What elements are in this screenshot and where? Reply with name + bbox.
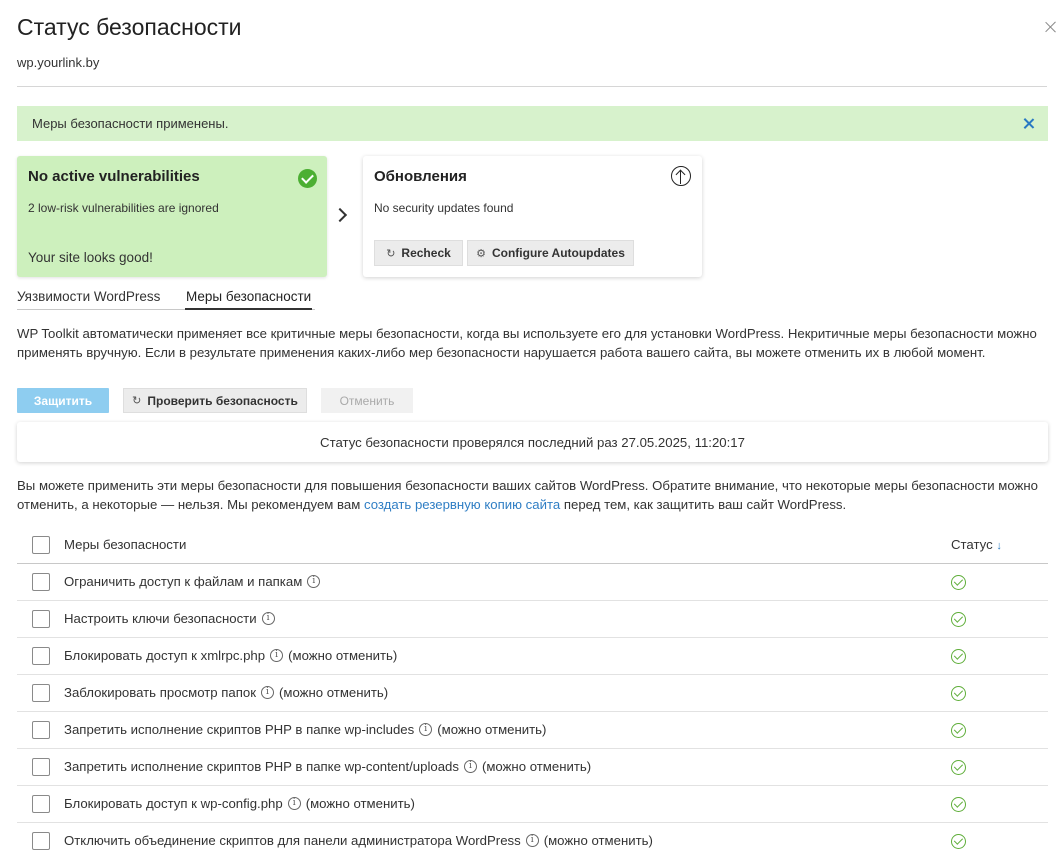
- info-icon[interactable]: i: [419, 723, 433, 736]
- table-row: Настроить ключи безопасности i: [17, 601, 1048, 638]
- last-check-status: Статус безопасности проверялся последний…: [17, 422, 1048, 462]
- info-icon[interactable]: i: [261, 686, 274, 699]
- vulnerabilities-footer: Your site looks good!: [28, 250, 153, 265]
- status-header-label: Статус: [951, 537, 993, 552]
- updates-title: Обновления: [374, 168, 467, 185]
- measure-name: Запретить исполнение скриптов PHP в папк…: [64, 722, 546, 737]
- upload-icon: [671, 166, 691, 186]
- measure-suffix: (можно отменить): [437, 722, 547, 737]
- info-icon[interactable]: i: [307, 575, 321, 588]
- measure-suffix: (можно отменить): [481, 759, 592, 774]
- measure-name: Запретить исполнение скриптов PHP в папк…: [64, 759, 591, 774]
- status-ok-icon: [951, 834, 966, 849]
- settings-icon: ⚙: [476, 247, 486, 260]
- measures-table: Меры безопасности Статус ↓ Ограничить до…: [17, 527, 1048, 850]
- measure-suffix: (можно отменить): [543, 833, 653, 848]
- status-ok-icon: [951, 760, 966, 775]
- row-checkbox[interactable]: [32, 795, 50, 813]
- status-ok-icon: [951, 575, 966, 590]
- check-circle-icon: [298, 169, 317, 188]
- measure-label: Блокировать доступ к wp-config.php: [64, 796, 283, 811]
- row-checkbox[interactable]: [32, 573, 50, 591]
- measure-suffix: (можно отменить): [279, 685, 389, 700]
- refresh-icon: ↻: [386, 247, 396, 260]
- recheck-button[interactable]: ↻ Recheck: [374, 240, 463, 266]
- column-header-status[interactable]: Статус ↓: [951, 537, 1002, 552]
- table-header: Меры безопасности Статус ↓: [17, 527, 1048, 564]
- vulnerabilities-subtitle: 2 low-risk vulnerabilities are ignored: [28, 201, 219, 215]
- table-row: Запретить исполнение скриптов PHP в папк…: [17, 749, 1048, 786]
- undo-button[interactable]: Отменить: [321, 388, 413, 413]
- protect-button[interactable]: Защитить: [17, 388, 109, 413]
- info-icon[interactable]: i: [270, 649, 284, 662]
- measure-label: Запретить исполнение скриптов PHP в папк…: [64, 722, 415, 737]
- measure-label: Ограничить доступ к файлам и папкам: [64, 574, 303, 589]
- measure-label: Запретить исполнение скриптов PHP в папк…: [64, 759, 459, 774]
- security-description: WP Toolkit автоматически применяет все к…: [17, 326, 1037, 360]
- table-row: Отключить объединение скриптов для панел…: [17, 823, 1048, 850]
- refresh-icon: ↻: [132, 395, 142, 407]
- measure-name: Настроить ключи безопасности i: [64, 611, 280, 626]
- row-checkbox[interactable]: [32, 832, 50, 850]
- measures-description: Вы можете применить эти меры безопасност…: [17, 476, 1047, 514]
- updates-subtitle: No security updates found: [374, 201, 514, 215]
- vulnerabilities-card[interactable]: No active vulnerabilities 2 low-risk vul…: [17, 156, 327, 277]
- row-checkbox[interactable]: [32, 684, 50, 702]
- status-ok-icon: [951, 797, 966, 812]
- header-divider: [17, 86, 1047, 87]
- measure-name: Блокировать доступ к wp-config.php i (можн…: [64, 796, 415, 811]
- table-row: Блокировать доступ к wp-config.php i (можн…: [17, 786, 1048, 823]
- status-ok-icon: [951, 649, 966, 664]
- info-icon[interactable]: i: [463, 760, 477, 773]
- status-ok-icon: [951, 723, 966, 738]
- check-security-button[interactable]: ↻ Проверить безопасность: [123, 388, 307, 413]
- recheck-label: Recheck: [401, 246, 451, 260]
- configure-autoupdates-button[interactable]: ⚙ Configure Autoupdates: [467, 240, 634, 266]
- measure-label: Заблокировать просмотр папок: [64, 685, 256, 700]
- measure-label: Блокировать доступ к xmlrpc.php: [64, 648, 266, 663]
- table-row: Запретить исполнение скриптов PHP в папк…: [17, 712, 1048, 749]
- row-checkbox[interactable]: [32, 610, 50, 628]
- measure-name: Заблокировать просмотр папок i (можно отме…: [64, 685, 388, 700]
- tab-wordpress-vulnerabilities[interactable]: Уязвимости WordPress: [17, 289, 160, 304]
- close-icon[interactable]: [1044, 20, 1058, 34]
- measure-suffix: (можно отменить): [305, 796, 415, 811]
- alert-close-icon[interactable]: [1023, 118, 1034, 129]
- measure-suffix: (можно отменить): [288, 648, 398, 663]
- check-security-label: Проверить безопасность: [147, 393, 298, 408]
- measures-description-tail: перед тем, как защитить ваш сайт WordPre…: [560, 497, 847, 512]
- row-checkbox[interactable]: [32, 647, 50, 665]
- table-row: Заблокировать просмотр папок i (можно отме…: [17, 675, 1048, 712]
- tab-security-measures[interactable]: Меры безопасности: [184, 289, 313, 310]
- success-alert: Меры безопасности применены.: [17, 106, 1048, 141]
- table-row: Ограничить доступ к файлам и папкам i: [17, 564, 1048, 601]
- alert-text: Меры безопасности применены.: [32, 116, 229, 131]
- row-checkbox[interactable]: [32, 721, 50, 739]
- table-row: Блокировать доступ к xmlrpc.php i (можно о…: [17, 638, 1048, 675]
- row-checkbox[interactable]: [32, 758, 50, 776]
- autoupdates-label: Configure Autoupdates: [491, 246, 625, 260]
- backup-link[interactable]: создать резервную копию сайта: [364, 497, 560, 512]
- sort-down-icon: ↓: [996, 540, 1002, 552]
- info-icon[interactable]: i: [525, 834, 539, 847]
- tab-bar: Уязвимости WordPress Меры безопасности: [17, 288, 315, 310]
- page-title: Статус безопасности: [17, 14, 242, 40]
- measure-label: Настроить ключи безопасности: [64, 611, 257, 626]
- measure-name: Блокировать доступ к xmlrpc.php i (можно о…: [64, 648, 397, 663]
- chevron-right-icon[interactable]: [332, 207, 348, 223]
- status-ok-icon: [951, 612, 966, 627]
- info-icon[interactable]: i: [261, 612, 275, 625]
- select-all-checkbox[interactable]: [32, 536, 50, 554]
- updates-card: Обновления No security updates found ↻ R…: [363, 156, 702, 277]
- vulnerabilities-title: No active vulnerabilities: [28, 168, 200, 185]
- site-name: wp.yourlink.by: [17, 55, 100, 70]
- measure-label: Отключить объединение скриптов для панел…: [64, 833, 521, 848]
- column-header-measures: Меры безопасности: [64, 537, 187, 552]
- status-ok-icon: [951, 686, 966, 701]
- measure-name: Ограничить доступ к файлам и папкам i: [64, 574, 325, 589]
- info-icon[interactable]: i: [287, 797, 301, 810]
- measure-name: Отключить объединение скриптов для панел…: [64, 833, 653, 848]
